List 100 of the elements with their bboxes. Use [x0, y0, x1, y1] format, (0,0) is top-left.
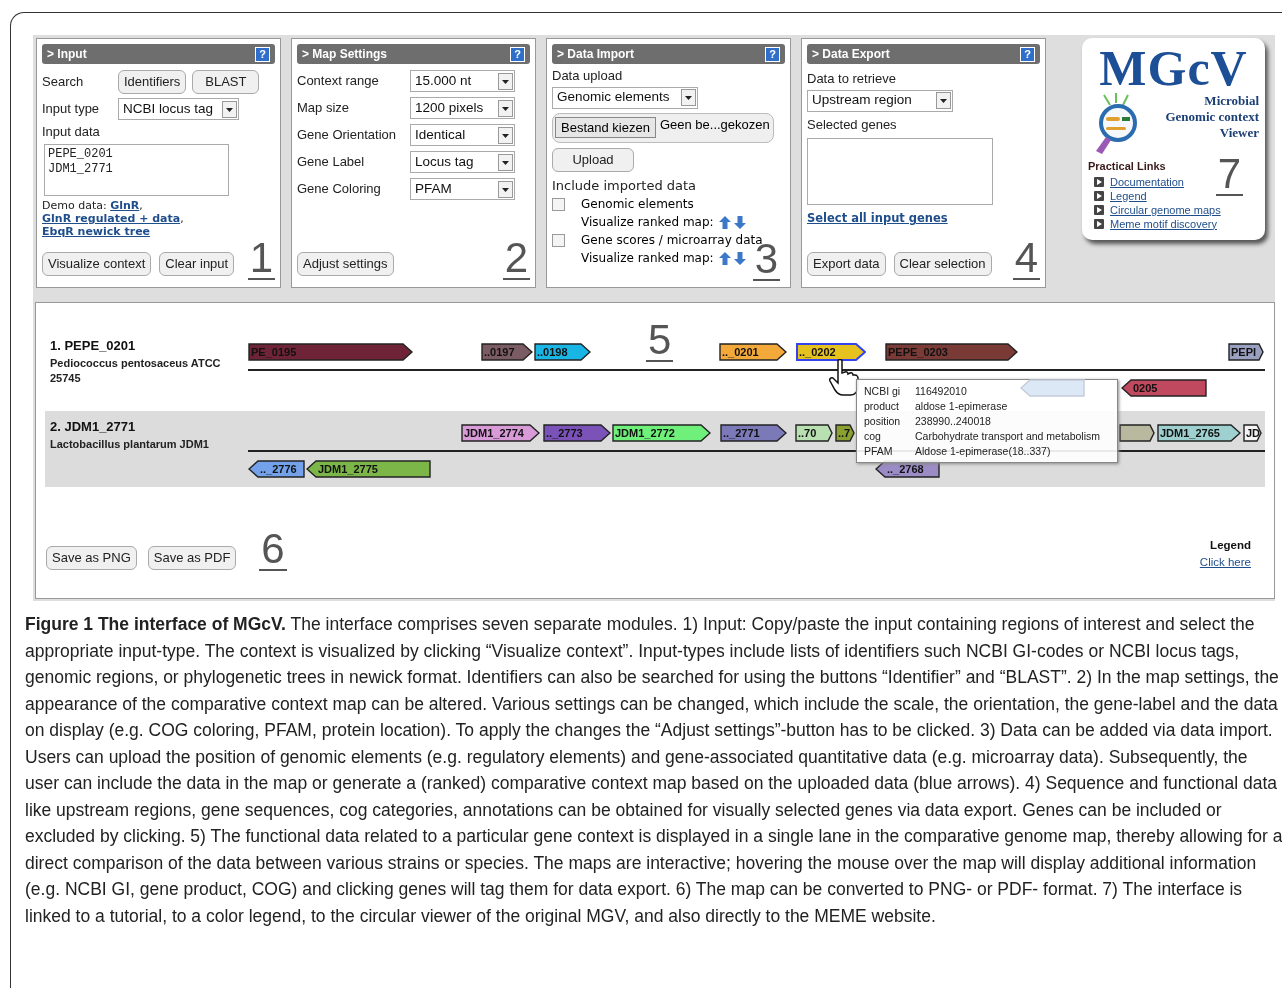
up-down-arrows-icon — [717, 250, 748, 266]
logo-subtitle: Genomic context — [1165, 109, 1259, 125]
gene-arrow: .._2776 — [248, 460, 305, 478]
tooltip-value: Aldose 1-epimerase(18..337) — [915, 444, 1051, 459]
tooltip-key: position — [864, 414, 915, 429]
field-label: Selected genes — [807, 115, 898, 134]
choose-file-button[interactable]: Bestand kiezen — [555, 117, 656, 138]
dropdown[interactable]: NCBI locus tag — [118, 98, 239, 120]
option-label: Visualize ranked map: — [581, 250, 714, 267]
help-button[interactable]: ? — [510, 46, 525, 62]
identifiers-button[interactable]: Identifiers — [118, 70, 187, 94]
option-label: Visualize ranked map: — [581, 214, 714, 231]
module-number: 2 — [502, 238, 530, 280]
gene-arrow: JDM1_2765 — [1157, 424, 1241, 442]
export-button[interactable]: Export data — [807, 252, 886, 276]
text-area[interactable]: PEPE_0201 JDM1_2771 — [44, 143, 229, 196]
gene-arrow: PEPE_0203 — [885, 343, 1018, 361]
practical-link[interactable]: Meme motif discovery — [1110, 216, 1217, 231]
field-label: Gene Label — [297, 153, 366, 172]
gene-arrow: .._2773 — [543, 424, 611, 442]
gene-arrow: JDM1_2772 — [612, 424, 711, 442]
panel-title: > Data Import — [557, 46, 634, 63]
figure-caption: Figure 1 The interface of MGcV. The interface comprises seven separate modules. 1) Input: Copy/paste the input containing regions of interest and select the appropriate input-type. The context is visualized by clicking “Visualize context”. Input-types include lists of identifiers such NCBI GI-codes or NCBI locus tags, genomic regions, or phylogenetic trees in newick format. Identifiers can also be searched for using the buttons “Identifier” and “BLAST”. 2) In the map settings, the appearance of the comparative context map can be altered. Various settings can be changed, which include the scale, the orientation, the gene-label and the data on display (e.g. COG coloring, PFAM, protein location). To apply the changes the “Adjust settings”-button has to be clicked. 3) Data can be added via data import. Users can upload the position of genomic elements (e.g. regulatory elements) and gene-associated quantitative data (e.g. microarray data). Subsequently, the user can include the data in the map or generate a (ranked) comparative context map based on the uploaded data (blue arrows). 4) Sequence and functional data like upstream regions, gene sequences, cog categories, annotations can be obtained for visually selected genes via data export. Genes can be included or excluded by clicking. 5) The functional data related to a particular gene context is displayed in a single lane in the comparative genome map, thereby allowing for a direct comparison of the data between various strains or species. The maps are interactive; hovering the mouse over the map will display additional information (e.g. NCBI GI, gene product, COG) and clicking genes will tag them for data export. 6) The map can be converted to PNG- or PDF- format. 7) The interface is linked to a tutorial, to a color legend, to the circular viewer of the original MGV, and also directly to the MEME website. — [25, 613, 1282, 928]
gene-arrow: 0205 — [1121, 379, 1207, 397]
field-label: Input data — [42, 123, 101, 141]
demo-data-text: Demo data: GlnR, GlnR regulated + data, EbqR newick tree — [42, 199, 185, 238]
tooltip-key: PFAM — [864, 444, 915, 459]
organism-name: Lactobacillus plantarum JDM1 — [50, 436, 210, 452]
gene-arrow: ..7 — [835, 424, 855, 442]
dropdown[interactable]: Identical — [410, 124, 515, 146]
field-label: Gene Coloring — [297, 180, 382, 199]
select-all-link[interactable]: Select all input genes — [807, 210, 948, 228]
up-down-arrows-icon — [717, 214, 748, 230]
click-here-link[interactable]: Click here — [1199, 553, 1251, 571]
dropdown[interactable]: Upstream region — [807, 89, 953, 112]
gene-arrow: .._0201 — [719, 343, 787, 361]
tooltip-key: NCBI gi — [864, 384, 915, 399]
dropdown[interactable]: 15.000 nt — [410, 70, 515, 92]
module-number: 7 — [1215, 154, 1243, 196]
gene-arrow: JDM1_2775 — [306, 460, 431, 478]
panel-title: > Data Export — [812, 46, 890, 63]
module-number: 1 — [247, 238, 275, 280]
gene-arrow: PEPI — [1228, 343, 1264, 361]
gene-arrow: ..70 — [795, 424, 833, 442]
play-icon — [1094, 190, 1104, 201]
links-title: Practical Links — [1088, 159, 1166, 174]
demo-link[interactable]: EbqR newick tree — [42, 225, 151, 238]
tooltip-value: 116492010 — [915, 384, 967, 399]
field-label: Search — [42, 73, 85, 92]
practical-link[interactable]: Circular genome maps — [1110, 202, 1221, 217]
field-label: Gene Orientation — [297, 126, 397, 145]
adjust-settings-button[interactable]: Adjust settings — [297, 252, 394, 276]
clear-button[interactable]: Clear input — [159, 252, 235, 276]
visualize-button[interactable]: Visualize context — [42, 252, 152, 276]
play-icon — [1094, 176, 1104, 187]
dropdown[interactable]: Genomic elements — [552, 86, 698, 109]
dropdown[interactable]: PFAM — [410, 178, 515, 200]
help-button[interactable]: ? — [1020, 46, 1035, 62]
module-number: 6 — [259, 529, 287, 571]
checkbox[interactable] — [552, 233, 565, 247]
module-number: 5 — [646, 320, 674, 362]
tooltip-key: product — [864, 399, 915, 414]
gene-arrow: .._2771 — [720, 424, 787, 442]
field-label: Include imported data — [552, 176, 698, 195]
help-button[interactable]: ? — [255, 46, 270, 62]
file-name-text: Geen be...gekozen — [659, 115, 770, 134]
upload-button[interactable]: Upload — [552, 147, 634, 172]
field-label: Map size — [297, 99, 351, 118]
logo-title: MGcV — [1098, 44, 1249, 92]
tooltip-key: cog — [864, 429, 915, 444]
tooltip-value: aldose 1-epimerase — [915, 399, 1008, 414]
logo-subtitle: Microbial — [1204, 93, 1259, 109]
dropdown[interactable]: Locus tag — [410, 151, 515, 173]
dropdown[interactable]: 1200 pixels — [410, 97, 515, 119]
field-label: Context range — [297, 72, 380, 91]
field-label: Input type — [42, 100, 101, 119]
text-area[interactable] — [807, 138, 993, 205]
gene-arrow: .._0202 — [796, 343, 866, 361]
gene-arrow: ..0198 — [534, 343, 591, 361]
lane-title: 1. PEPE_0201 — [50, 337, 137, 355]
play-icon — [1094, 204, 1104, 215]
checkbox[interactable] — [552, 197, 565, 211]
option-label: Genomic elements — [581, 196, 694, 213]
gene-arrow: ..0197 — [481, 343, 533, 361]
practical-link[interactable]: Legend — [1110, 188, 1147, 203]
save-png-button[interactable]: Save as PNG — [46, 546, 137, 570]
help-button[interactable]: ? — [765, 46, 780, 62]
lane-title: 2. JDM1_2771 — [50, 418, 137, 436]
blast-button[interactable]: BLAST — [192, 70, 260, 94]
save-pdf-button[interactable]: Save as PDF — [147, 546, 237, 570]
panel-title: > Input — [47, 46, 87, 63]
panel-title: > Map Settings — [302, 46, 387, 63]
gene-arrow: JD — [1243, 424, 1262, 442]
tooltip-value: Carbohydrate transport and metabolism — [915, 429, 1100, 444]
tooltip-value: 238990..240018 — [915, 414, 991, 429]
clear-selection-button[interactable]: Clear selection — [893, 252, 992, 276]
organism-name: Pediococcus pentosaceus ATCC 25745 — [50, 355, 222, 386]
field-label: Data to retrieve — [807, 70, 897, 88]
field-label: Data upload — [552, 67, 624, 85]
practical-link[interactable]: Documentation — [1110, 174, 1184, 189]
